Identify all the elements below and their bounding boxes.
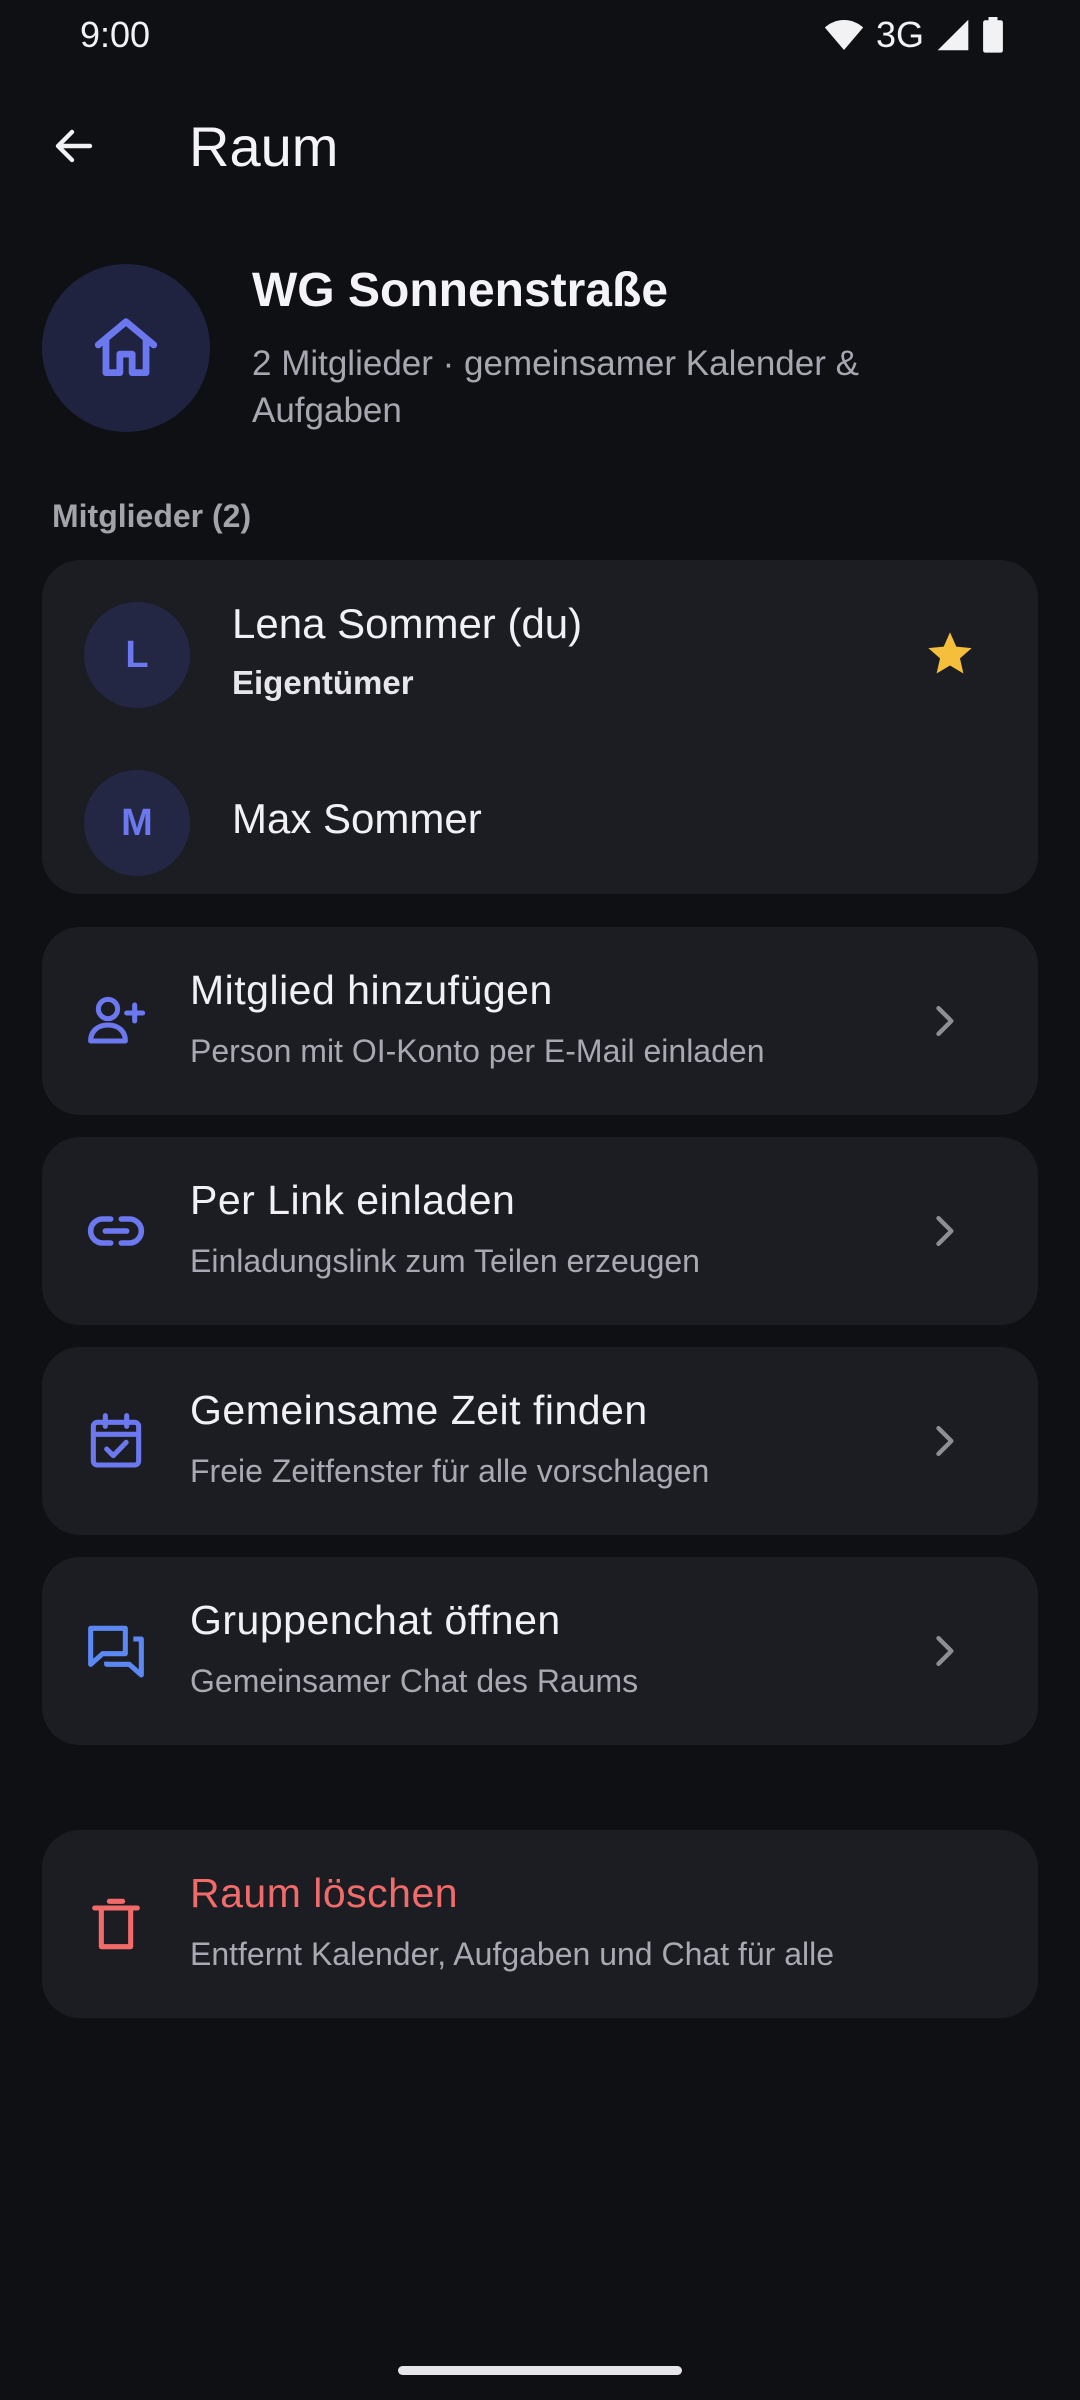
action-title: Raum löschen — [190, 1870, 459, 1916]
home-icon — [94, 318, 158, 377]
add-member-button[interactable]: Mitglied hinzufügen Person mit OI-Konto … — [42, 927, 1038, 1115]
action-subtitle: Einladungslink zum Teilen erzeugen — [190, 1243, 700, 1279]
forum-icon — [80, 1615, 152, 1687]
star-icon — [928, 632, 972, 674]
action-subtitle: Gemeinsamer Chat des Raums — [190, 1663, 639, 1699]
member-name: Lena Sommer (du) — [232, 600, 583, 647]
members-card: L Lena Sommer (du) Eigentümer M Max Somm… — [42, 560, 1038, 894]
battery-icon — [983, 17, 1003, 53]
member-name: Max Sommer — [232, 795, 482, 842]
home-indicator[interactable] — [398, 2366, 682, 2375]
room-name: WG Sonnenstraße — [252, 264, 669, 317]
action-subtitle: Freie Zeitfenster für alle vorschlagen — [190, 1453, 710, 1489]
member-role: Eigentümer — [232, 664, 414, 701]
avatar: M — [84, 770, 190, 876]
action-title: Mitglied hinzufügen — [190, 967, 553, 1013]
invite-link-button[interactable]: Per Link einladen Einladungslink zum Tei… — [42, 1137, 1038, 1325]
room-avatar — [42, 264, 210, 432]
signal-icon — [937, 19, 969, 51]
chevron-right-icon — [936, 1635, 954, 1667]
wifi-icon — [824, 20, 864, 50]
person-add-icon — [80, 985, 152, 1057]
arrow-left-icon — [55, 129, 93, 163]
open-group-chat-button[interactable]: Gruppenchat öffnen Gemeinsamer Chat des … — [42, 1557, 1038, 1745]
action-title: Gemeinsame Zeit finden — [190, 1387, 648, 1433]
status-icons: 3G — [824, 12, 1004, 58]
trash-icon — [80, 1888, 152, 1960]
back-button[interactable] — [40, 112, 108, 180]
members-section-label: Mitglieder (2) — [52, 498, 252, 534]
chevron-right-icon — [936, 1215, 954, 1247]
delete-room-button[interactable]: Raum löschen Entfernt Kalender, Aufgaben… — [42, 1830, 1038, 2018]
action-subtitle: Person mit OI-Konto per E-Mail einladen — [190, 1033, 765, 1069]
find-time-button[interactable]: Gemeinsame Zeit finden Freie Zeitfenster… — [42, 1347, 1038, 1535]
room-subtitle: 2 Mitglieder · gemeinsamer Kalender & Au… — [252, 344, 859, 430]
chevron-right-icon — [936, 1005, 954, 1037]
action-title: Per Link einladen — [190, 1177, 516, 1223]
status-time: 9:00 — [80, 14, 151, 55]
action-title: Gruppenchat öffnen — [190, 1597, 561, 1643]
network-type-label: 3G — [875, 14, 924, 55]
page-title: Raum — [189, 115, 339, 178]
chevron-right-icon — [936, 1425, 954, 1457]
calendar-check-icon — [80, 1405, 152, 1477]
action-subtitle: Entfernt Kalender, Aufgaben und Chat für… — [190, 1936, 835, 1972]
link-icon — [80, 1195, 152, 1267]
avatar: L — [84, 602, 190, 708]
